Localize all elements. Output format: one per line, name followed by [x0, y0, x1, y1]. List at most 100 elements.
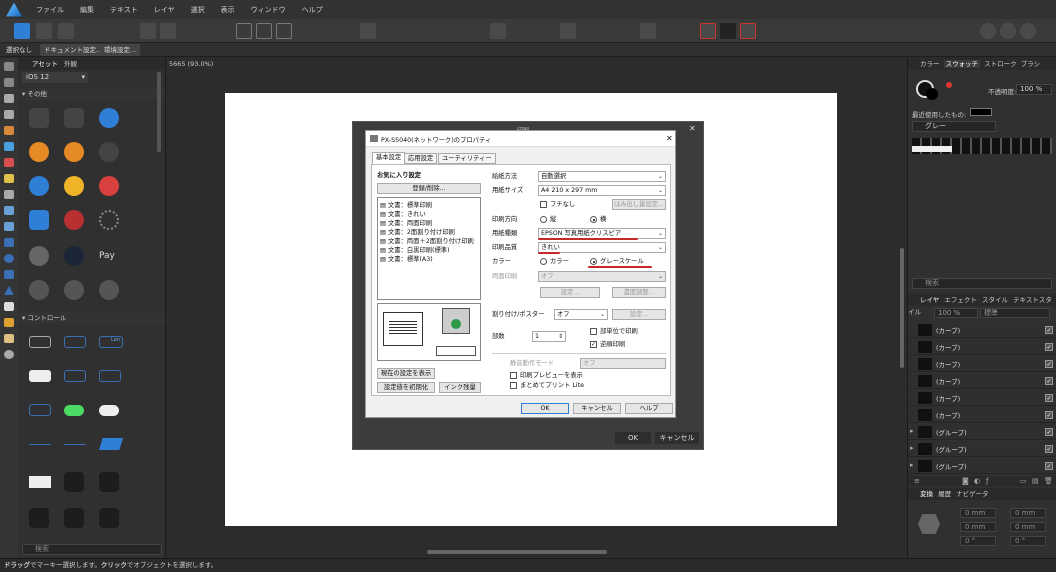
density-adjust-button[interactable]: 濃度調整... [612, 287, 666, 298]
delete-layer-icon[interactable]: 🗑 [1044, 477, 1053, 485]
ink-level-button[interactable]: インク残量 [439, 382, 481, 393]
flashlight-icon[interactable] [64, 508, 84, 528]
document-tab[interactable]: 5665 (93.0%) [169, 60, 213, 68]
crop-icon[interactable] [276, 23, 292, 39]
place-image-icon[interactable] [4, 206, 14, 215]
crop-tool-icon[interactable] [4, 222, 14, 231]
menu-file[interactable]: ファイル [36, 5, 64, 15]
arrange-icon[interactable] [360, 23, 376, 39]
help-icon[interactable] [980, 23, 996, 39]
swatch-search-input[interactable]: 検索 [912, 278, 1052, 289]
artboard-tool-icon[interactable] [4, 78, 14, 87]
flag-icon[interactable] [64, 176, 84, 196]
copies-stepper[interactable]: 1 ⇕ [532, 331, 566, 342]
palette-dropdown[interactable]: グレー [912, 121, 996, 132]
expand-arrow-icon[interactable]: ▸ [910, 427, 914, 435]
print-ok-button[interactable]: OK [615, 432, 651, 444]
restaurant-icon[interactable] [64, 142, 84, 162]
color-radio[interactable] [540, 258, 547, 265]
blend-mode-select[interactable]: 標準 [980, 308, 1050, 318]
user-avatar-icon[interactable] [29, 246, 49, 266]
toggle-switch-off[interactable] [99, 405, 119, 416]
favorite-item[interactable]: ▤ 文書：標準(A3) [380, 255, 433, 264]
tab-navigator[interactable]: ナビゲータ [956, 490, 989, 498]
calculator-icon[interactable] [99, 472, 119, 492]
vertical-scrollbar[interactable] [900, 248, 904, 368]
node-tool-icon[interactable] [4, 94, 14, 103]
visibility-checkbox[interactable]: ✓ [1045, 428, 1053, 436]
preset-dropdown[interactable]: iOS 12 ▾ [22, 72, 88, 83]
tab-utility[interactable]: ユーティリティー [438, 153, 496, 164]
eyedropper-tool-icon[interactable] [4, 318, 14, 327]
favorite-item[interactable]: ▤ 文書：両面印刷 [380, 219, 432, 228]
close-icon[interactable]: ✕ [689, 124, 696, 133]
close-icon[interactable]: ✕ [666, 134, 673, 143]
volume-icon[interactable] [99, 142, 119, 162]
toggle-switch[interactable] [64, 405, 84, 416]
favorite-item[interactable]: ▤ 文書：2面割り付け印刷 [380, 228, 455, 237]
control-outline-button[interactable] [29, 336, 51, 348]
portrait-radio[interactable] [540, 216, 547, 223]
assets-scrollbar[interactable] [157, 72, 161, 152]
ok-button[interactable]: OK [521, 403, 569, 414]
menu-help[interactable]: ヘルプ [302, 5, 323, 15]
layout-settings-button[interactable]: 設定... [612, 309, 666, 320]
align-icon[interactable] [490, 23, 506, 39]
boolean-icon[interactable] [640, 23, 656, 39]
visibility-checkbox[interactable]: ✓ [1045, 377, 1053, 385]
swatch-grid-light[interactable] [912, 146, 952, 152]
layout-select[interactable]: オフ ⌄ [554, 309, 608, 320]
favorite-item[interactable]: ▤ 文書：標準印刷 [380, 201, 432, 210]
hand-tool-icon[interactable] [4, 334, 14, 343]
back-arrow-icon[interactable] [29, 176, 49, 196]
tab-layers[interactable]: レイヤ [920, 296, 939, 304]
duplex-select[interactable]: オフ ⌄ [538, 271, 666, 282]
y-position-field[interactable]: 0 mm [960, 522, 996, 532]
fill-tool-icon[interactable] [4, 158, 14, 167]
layer-row[interactable]: ▸ (グループ) ✓ [908, 458, 1056, 474]
pixel-persona-icon[interactable] [36, 23, 52, 39]
favorite-item[interactable]: ▤ 文書：両面＋2面割り付け印刷 [380, 237, 474, 246]
tab-assets[interactable]: アセット [32, 60, 58, 68]
menu-view[interactable]: 表示 [221, 5, 235, 15]
rotation-field[interactable]: 0 ° [960, 536, 996, 546]
layer-row[interactable]: (カーブ) ✓ [908, 373, 1056, 389]
control-white-tag[interactable] [29, 370, 51, 382]
pencil-tool-icon[interactable] [4, 126, 14, 135]
text-tool-icon[interactable] [4, 302, 14, 311]
spinner-icon[interactable] [99, 210, 119, 230]
print-cancel-button[interactable]: キャンセル [655, 432, 699, 444]
grayscale-radio[interactable] [590, 258, 597, 265]
transform-origin-icon[interactable] [256, 23, 272, 39]
list-icon[interactable] [29, 108, 49, 128]
control-outline-button[interactable] [29, 404, 51, 416]
fx-icon[interactable]: ƒ [986, 477, 988, 485]
layer-row[interactable]: (カーブ) ✓ [908, 356, 1056, 372]
gradient-tool-icon[interactable] [4, 174, 14, 183]
landscape-radio[interactable] [590, 216, 597, 223]
snap-toggle-icon[interactable] [720, 23, 736, 39]
tab-color[interactable]: カラー [920, 60, 940, 68]
record-button-icon[interactable] [99, 280, 119, 300]
visibility-checkbox[interactable]: ✓ [1045, 394, 1053, 402]
tab-transform[interactable]: 変換 [920, 490, 933, 498]
mask-icon[interactable]: ◙ [962, 477, 969, 485]
layer-opacity-select[interactable]: 100 % [934, 308, 978, 318]
size-select[interactable]: A4 210 x 297 mm ⌄ [538, 185, 666, 196]
expand-arrow-icon[interactable]: ▸ [910, 444, 914, 452]
transparency-tool-icon[interactable] [4, 190, 14, 199]
show-current-settings-button[interactable]: 現在の設定を表示 [377, 368, 435, 379]
quiet-mode-select[interactable]: オフ [580, 358, 666, 369]
environment-settings-button[interactable]: 環境設定... [100, 44, 141, 56]
mail-icon[interactable] [29, 210, 49, 230]
siri-icon[interactable] [64, 246, 84, 266]
document-settings-button[interactable]: ドキュメント設定... [40, 44, 107, 56]
tab-styles[interactable]: スタイル [982, 296, 1008, 304]
timer-icon[interactable] [29, 508, 49, 528]
zoom-tool-icon[interactable] [4, 350, 14, 359]
transform-icon[interactable] [236, 23, 252, 39]
menu-edit[interactable]: 編集 [80, 5, 94, 15]
remote-icon[interactable] [99, 508, 119, 528]
layers-stack-icon[interactable]: ≡ [914, 477, 920, 485]
cancel-button[interactable]: キャンセル [573, 403, 621, 414]
